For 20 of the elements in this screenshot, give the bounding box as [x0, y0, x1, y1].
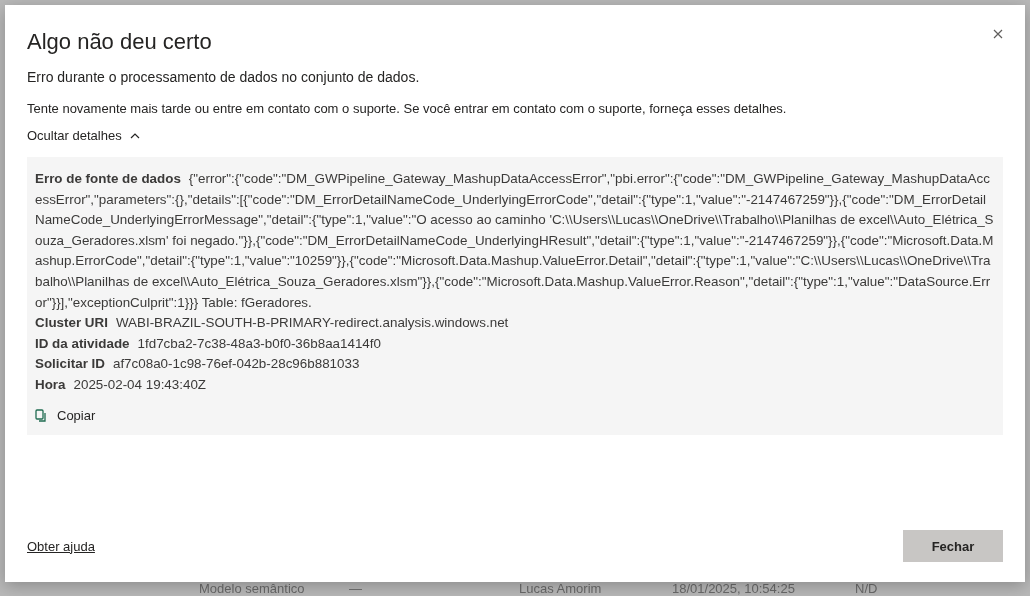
- table-cell-text: N/D: [855, 582, 879, 596]
- copy-button[interactable]: Copiar: [35, 407, 96, 423]
- error-message: Erro durante o processamento de dados no conjunto de dados.: [27, 69, 421, 85]
- dialog-title: Algo não deu certo: [27, 29, 212, 55]
- close-icon: [993, 29, 1003, 39]
- copy-icon: [35, 408, 47, 422]
- details-toggle[interactable]: Ocultar detalhes: [27, 128, 140, 143]
- detail-entry: ID da atividade 1fd7cba2-7c38-48a3-b0f0-36b8aa1414f0: [35, 334, 382, 353]
- table-cell-text: 18/01/2025, 10:54:25: [672, 582, 796, 596]
- detail-entry: Solicitar ID af7c08a0-1c98-76ef-042b-28c96b881033: [35, 355, 361, 374]
- support-hint: Tente novamente mais tarde ou entre em contato com o suporte. Se você entrar em contato com o suporte, forneça esses detalhes.: [27, 101, 788, 116]
- table-cell-text: Lucas Amorim: [519, 582, 603, 596]
- table-cell-text: Modelo semântico: [198, 582, 306, 596]
- detail-entry: Erro de fonte de dados {"error":{"code":"DM_GWPipeline_Gateway_MashupDataAccessError","pbi.error":{"code":"DM_GWPipeline_Gateway_MashupDataAccessError","parameters":{},"details":[{"code":"DM_ErrorDetailNameCode_UnderlyingErrorCode","detail":{"type":1,"value":"-2147467259"}},{"code":"DM_ErrorDetailNameCode_UnderlyingErrorMessage","detail":{"type":1,"value":"O acesso ao caminho 'C:\\Users\\Lucas\\OneDrive\\Trabalho\\Planilhas de excel\\Auto_Elétrica_Souza_Geradores.xlsm' foi negado."}},{"code":"DM_ErrorDetailNameCode_UnderlyingHResult","detail":{"type":1,"value":"-2147467259"}},{"code":"Microsoft.Data.Mashup.ErrorCode","detail":{"type":1,"value":"10259"}},{"code":"Microsoft.Data.Mashup.ValueError.Detail","detail":{"type":1,"value":"C:\\Users\\Lucas\\OneDrive\\Trabalho\\Planilhas de excel\\Auto_Elétrica_Souza_Geradores.xlsm"}},{"code":"Microsoft.Data.Mashup.ValueError.Reason","detail":{"type":1,"value":"DataSource.Error"}}],"exceptionCulprit":1}}} Table: fGeradores.: [35, 170, 995, 312]
- chevron-icon: [129, 132, 140, 139]
- detail-entry: Hora 2025-02-04 19:43:40Z: [35, 375, 208, 394]
- detail-entry: Cluster URI WABI-BRAZIL-SOUTH-B-PRIMARY-redirect.analysis.windows.net: [35, 314, 510, 333]
- table-cell-text: —: [349, 582, 363, 596]
- help-link[interactable]: Obter ajuda: [27, 538, 95, 554]
- close-dialog-button[interactable]: Fechar: [903, 530, 1003, 562]
